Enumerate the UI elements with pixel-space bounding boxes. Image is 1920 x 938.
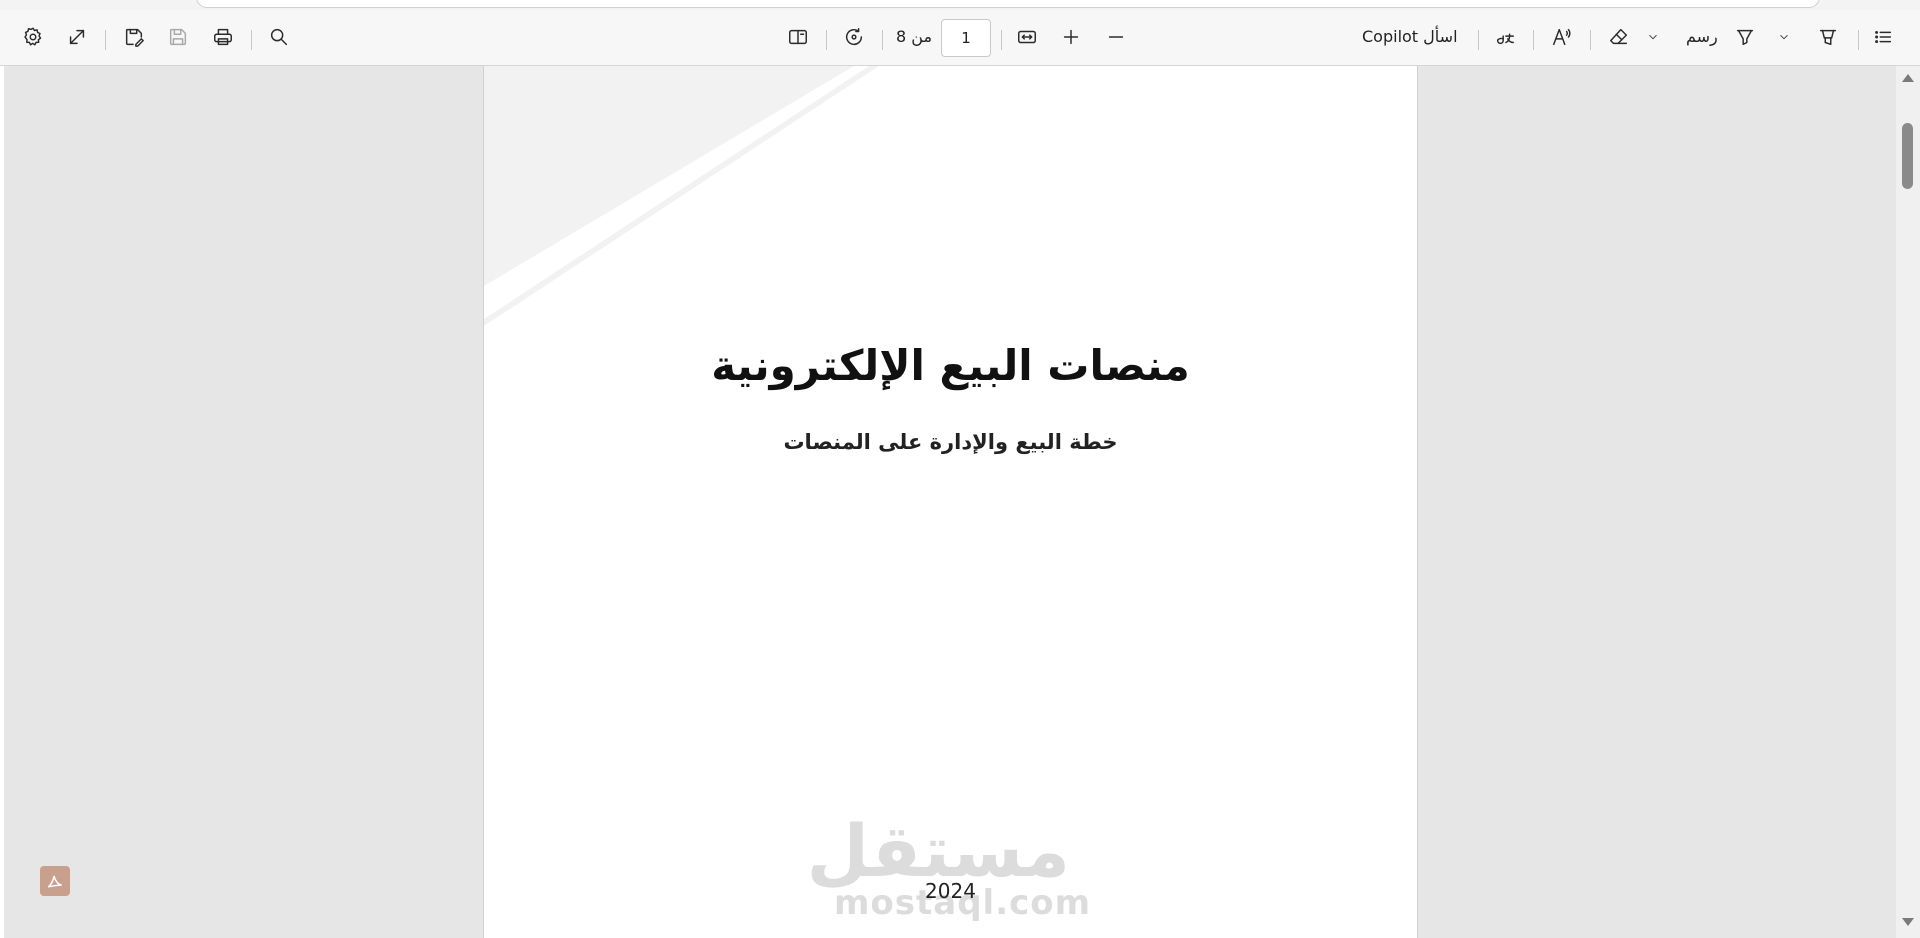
print-button[interactable] — [210, 22, 236, 52]
address-bar-edge[interactable] — [196, 0, 1820, 8]
rotate-button[interactable] — [840, 22, 868, 52]
scroll-down-arrow[interactable] — [1902, 918, 1914, 926]
watermark: مستقل mostaql.com — [807, 811, 1090, 938]
chevron-down-icon — [1780, 34, 1788, 40]
fullscreen-button[interactable] — [64, 22, 90, 52]
draw-options-dropdown[interactable] — [1777, 22, 1791, 52]
erase-options-dropdown[interactable] — [1646, 22, 1660, 52]
plus-icon — [1063, 29, 1079, 45]
toolbar-divider — [1858, 30, 1859, 50]
eraser-icon — [1610, 28, 1628, 45]
save-edit-icon — [125, 28, 144, 47]
document-subtitle: خطة البيع والإدارة على المنصات — [783, 430, 1118, 454]
fit-width-button[interactable] — [1013, 22, 1041, 52]
acrobat-badge[interactable] — [40, 866, 70, 896]
draw-label[interactable]: رسم — [1686, 24, 1718, 50]
toolbar-divider — [105, 30, 106, 50]
print-icon — [214, 28, 232, 46]
list-icon — [1875, 30, 1892, 44]
pdf-page[interactable]: منصات البيع الإلكترونية خطة البيع والإدا… — [483, 66, 1418, 938]
gear-icon — [24, 27, 42, 46]
chevron-down-icon — [1649, 34, 1657, 40]
document-title: منصات البيع الإلكترونية — [711, 341, 1190, 390]
toolbar-divider — [826, 30, 827, 50]
page-total-label: من 8 — [896, 27, 933, 46]
toolbar-divider — [251, 30, 252, 50]
toolbar-divider — [882, 30, 883, 50]
scroll-up-arrow[interactable] — [1902, 74, 1914, 82]
expand-icon — [69, 29, 85, 45]
minus-icon — [1108, 36, 1124, 38]
translate-button[interactable] — [1491, 22, 1519, 52]
save-as-button[interactable] — [121, 22, 147, 52]
save-icon — [169, 28, 187, 46]
document-year: 2024 — [925, 879, 976, 903]
read-aloud-icon — [1553, 28, 1571, 46]
page-view-icon — [789, 29, 807, 45]
corner-decoration — [484, 66, 879, 326]
toolbar-divider — [1001, 30, 1002, 50]
toolbar-divider — [1590, 30, 1591, 50]
acrobat-icon — [47, 875, 62, 888]
highlight-button[interactable] — [1815, 22, 1841, 52]
contents-button[interactable] — [1870, 22, 1896, 52]
pdf-toolbar: من 8 اسأل Copilot رسم — [0, 10, 1920, 66]
ask-copilot-button[interactable]: اسأل Copilot — [1362, 24, 1458, 50]
scroll-thumb[interactable] — [1902, 123, 1913, 189]
search-icon — [270, 28, 288, 46]
draw-button[interactable] — [1732, 22, 1758, 52]
viewer-edge — [0, 66, 4, 938]
highlighter-icon — [1819, 29, 1837, 46]
read-aloud-button[interactable] — [1548, 22, 1576, 52]
search-button[interactable] — [266, 22, 292, 52]
pen-icon — [1736, 29, 1754, 46]
rotate-icon — [846, 28, 863, 46]
page-view-button[interactable] — [784, 22, 812, 52]
translate-icon — [1496, 33, 1514, 45]
erase-button[interactable] — [1606, 22, 1632, 52]
save-button[interactable] — [165, 22, 191, 52]
settings-button[interactable] — [20, 22, 46, 52]
toolbar-divider — [1478, 30, 1479, 50]
toolbar-divider — [1533, 30, 1534, 50]
fit-width-icon — [1018, 30, 1036, 44]
page-number-input[interactable] — [941, 19, 991, 57]
zoom-out-button[interactable] — [1103, 22, 1129, 52]
pdf-viewer[interactable]: منصات البيع الإلكترونية خطة البيع والإدا… — [0, 66, 1920, 938]
zoom-in-button[interactable] — [1058, 22, 1084, 52]
vertical-scrollbar[interactable] — [1896, 66, 1920, 938]
browser-strip — [0, 0, 1920, 10]
